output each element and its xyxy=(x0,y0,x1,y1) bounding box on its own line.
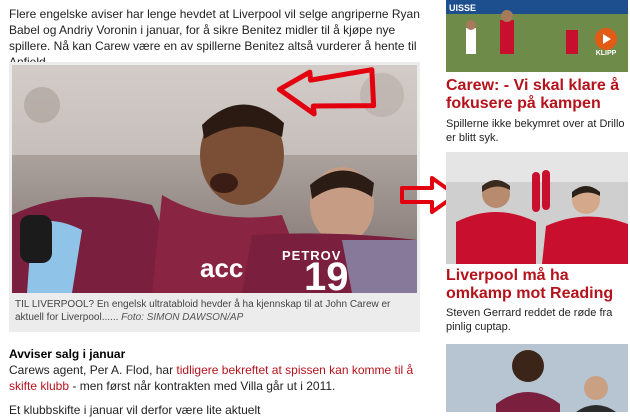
article-photo-box: acc PETROV 19 TIL LIVERPOOL? En engelsk … xyxy=(9,62,420,332)
shirt-sponsor: acc xyxy=(200,253,243,283)
photo-credit: Foto: SIMON DAWSON/AP xyxy=(121,312,244,323)
article-paragraph: Carews agent, Per A. Flod, har tidligere… xyxy=(9,362,427,394)
story-summary-carew: Spillerne ikke bekymret over at Drillo e… xyxy=(446,118,625,144)
section-subhead: Avviser salg i januar xyxy=(9,347,126,361)
paragraph-prefix: Carews agent, Per A. Flod, har xyxy=(9,363,177,377)
article-photo[interactable]: acc PETROV 19 xyxy=(12,65,417,293)
jersey-number: 19 xyxy=(304,255,349,293)
photo-strip-text: UISSE xyxy=(449,3,476,13)
story-thumb-carew[interactable]: UISSE KLIPP xyxy=(446,0,628,72)
story-headline-carew[interactable]: Carew: - Vi skal klare å fokusere på kam… xyxy=(446,77,628,113)
story-thumb-liverpool[interactable] xyxy=(446,152,628,264)
sidebar: UISSE KLIPP Carew: - Vi skal klare å fok… xyxy=(446,0,630,412)
photo-caption: TIL LIVERPOOL? En engelsk ultratabloid h… xyxy=(15,298,415,324)
story-headline-liverpool[interactable]: Liverpool må ha omkamp mot Reading xyxy=(446,267,628,303)
player-portrait-photo xyxy=(446,344,628,412)
paragraph-suffix: - men først når kontrakten med Villa går… xyxy=(69,379,336,393)
article-paragraph-cut: Et klubbskifte i januar vil derfor være … xyxy=(9,403,261,417)
story-thumb-bottom[interactable] xyxy=(446,344,628,412)
liverpool-players-photo xyxy=(446,152,628,264)
story-summary-liverpool: Steven Gerrard reddet de røde fra pinlig… xyxy=(446,307,613,333)
video-clip-label: KLIPP xyxy=(595,50,617,57)
celebration-photo: acc PETROV 19 xyxy=(12,65,417,293)
play-icon xyxy=(595,28,617,50)
article-column: Flere engelske aviser har lenge hevdet a… xyxy=(0,0,436,417)
article-intro: Flere engelske aviser har lenge hevdet a… xyxy=(9,7,420,69)
video-clip-badge[interactable]: KLIPP xyxy=(592,28,620,58)
